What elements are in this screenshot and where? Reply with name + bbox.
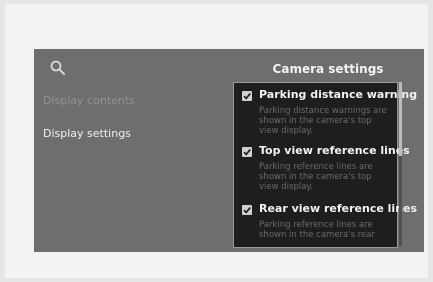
menu-item-display-contents[interactable]: Display contents bbox=[43, 94, 135, 107]
panel-title: Camera settings bbox=[272, 62, 384, 76]
camera-settings-panel: Parking distance warning Parking distanc… bbox=[233, 82, 417, 248]
checkbox-checked-icon[interactable] bbox=[242, 147, 252, 157]
infotainment-screen: Display contents Display settings Camera… bbox=[34, 49, 424, 252]
checkbox-checked-icon[interactable] bbox=[242, 205, 252, 215]
option-description: Parking reference lines are shown in the… bbox=[259, 162, 373, 192]
option-label: Parking distance warning bbox=[259, 88, 418, 101]
option-description: Parking reference lines are shown in the… bbox=[259, 220, 375, 240]
scrollbar[interactable] bbox=[399, 82, 402, 246]
option-parking-distance-warning[interactable]: Parking distance warning Parking distanc… bbox=[242, 88, 417, 136]
option-description: Parking distance warnings are shown in t… bbox=[259, 106, 387, 136]
menu-item-display-settings[interactable]: Display settings bbox=[43, 127, 131, 140]
scrollbar-thumb[interactable] bbox=[399, 82, 402, 156]
checkbox-checked-icon[interactable] bbox=[242, 91, 252, 101]
option-top-view-reference-lines[interactable]: Top view reference lines Parking referen… bbox=[242, 144, 410, 192]
manual-illustration: Display contents Display settings Camera… bbox=[5, 4, 428, 278]
option-label: Top view reference lines bbox=[259, 144, 410, 157]
search-icon[interactable] bbox=[49, 59, 67, 77]
option-rear-view-reference-lines[interactable]: Rear view reference lines Parking refere… bbox=[242, 202, 417, 240]
option-label: Rear view reference lines bbox=[259, 202, 418, 215]
